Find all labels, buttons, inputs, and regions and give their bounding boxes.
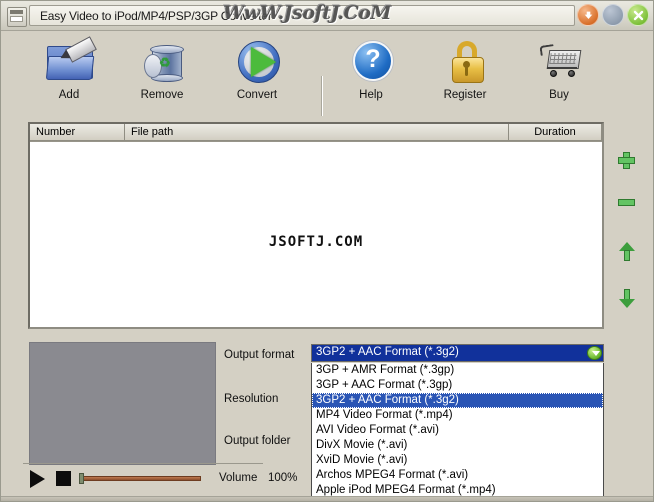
minimize-button[interactable] [577,4,599,26]
dropdown-option[interactable]: 3GP + AMR Format (*.3gp) [312,363,603,378]
move-down-button[interactable] [613,284,641,312]
column-header-number[interactable]: Number [30,124,125,141]
column-header-file-path-label: File path [131,126,174,138]
close-button[interactable] [627,4,649,26]
dropdown-option[interactable]: DivX Movie (*.avi) [312,438,603,453]
window-controls [577,4,649,28]
dropdown-option[interactable]: 3GP2 + AAC Format (*.3g2) [312,393,603,408]
window-bottom-edge [1,496,653,501]
output-format-dropdown-list[interactable]: 3GP + AMR Format (*.3gp) 3GP + AAC Format… [311,363,604,501]
play-icon[interactable] [30,470,45,488]
volume-slider[interactable] [82,476,201,481]
column-header-duration-label: Duration [534,126,576,138]
title-watermark: WwW.JsoftJ.CoM [223,2,391,24]
application-window: Easy Video to iPod/MP4/PSP/3GP Converter… [0,0,654,502]
padlock-icon [435,36,495,88]
output-format-combobox[interactable]: 3GP2 + AAC Format (*.3g2) [311,344,604,362]
folder-add-icon [39,36,99,88]
question-mark-icon: ? [341,36,401,88]
close-icon [633,10,643,20]
file-list[interactable]: Number File path Duration JSOFTJ.COM [28,122,604,329]
buy-button-label: Buy [549,89,569,101]
volume-value: 100% [268,472,298,484]
plus-icon [618,152,635,169]
title-bar: Easy Video to iPod/MP4/PSP/3GP Converter… [1,1,653,31]
register-button[interactable]: Register [419,36,511,110]
volume-slider-thumb[interactable] [79,473,84,484]
toolbar-separator [321,76,323,116]
dropdown-option[interactable]: MP4 Video Format (*.mp4) [312,408,603,423]
video-preview-panel[interactable] [29,342,216,465]
dropdown-option[interactable]: AVI Video Format (*.avi) [312,423,603,438]
volume-label: Volume [219,472,258,484]
window-icon[interactable] [7,7,27,27]
minus-icon [618,199,635,206]
column-header-file-path[interactable]: File path [125,124,509,141]
help-button[interactable]: ? Help [325,36,417,110]
remove-item-button[interactable] [613,188,641,216]
dropdown-option[interactable]: XviD Movie (*.avi) [312,453,603,468]
column-header-duration[interactable]: Duration [509,124,602,141]
shopping-cart-icon [529,36,589,88]
dropdown-option[interactable]: 3GP + AAC Format (*.3gp) [312,378,603,393]
output-format-value: 3GP2 + AAC Format (*.3g2) [316,346,459,358]
trash-can-icon: ♻ [132,36,192,88]
buy-button[interactable]: Buy [513,36,605,110]
arrow-up-icon [619,242,635,262]
add-button-label: Add [58,89,80,101]
output-folder-label: Output folder [224,435,291,447]
add-button[interactable]: Add [23,36,115,110]
output-format-label: Output format [224,349,295,361]
remove-button[interactable]: ♻ Remove [116,36,208,110]
move-up-button[interactable] [613,238,641,266]
file-list-header: Number File path Duration [30,124,602,142]
chevron-down-icon[interactable] [587,346,602,360]
main-toolbar: Add ♻ Remove Convert ? Help Register Buy [1,32,653,116]
maximize-button[interactable] [602,4,624,26]
help-button-label: Help [359,89,383,101]
arrow-down-icon [619,288,635,308]
convert-button[interactable]: Convert [211,36,303,110]
stop-icon[interactable] [56,471,71,486]
resolution-label: Resolution [224,393,279,405]
register-button-label: Register [443,89,487,101]
arrow-down-icon [584,11,592,19]
dropdown-option[interactable]: Archos MPEG4 Format (*.avi) [312,468,603,483]
column-header-number-label: Number [36,126,76,138]
remove-button-label: Remove [140,89,184,101]
list-side-buttons [613,146,645,316]
player-divider [23,463,263,467]
add-item-button[interactable] [613,146,641,174]
convert-button-label: Convert [236,89,278,101]
list-watermark: JSOFTJ.COM [268,234,364,250]
play-convert-icon [227,36,287,88]
